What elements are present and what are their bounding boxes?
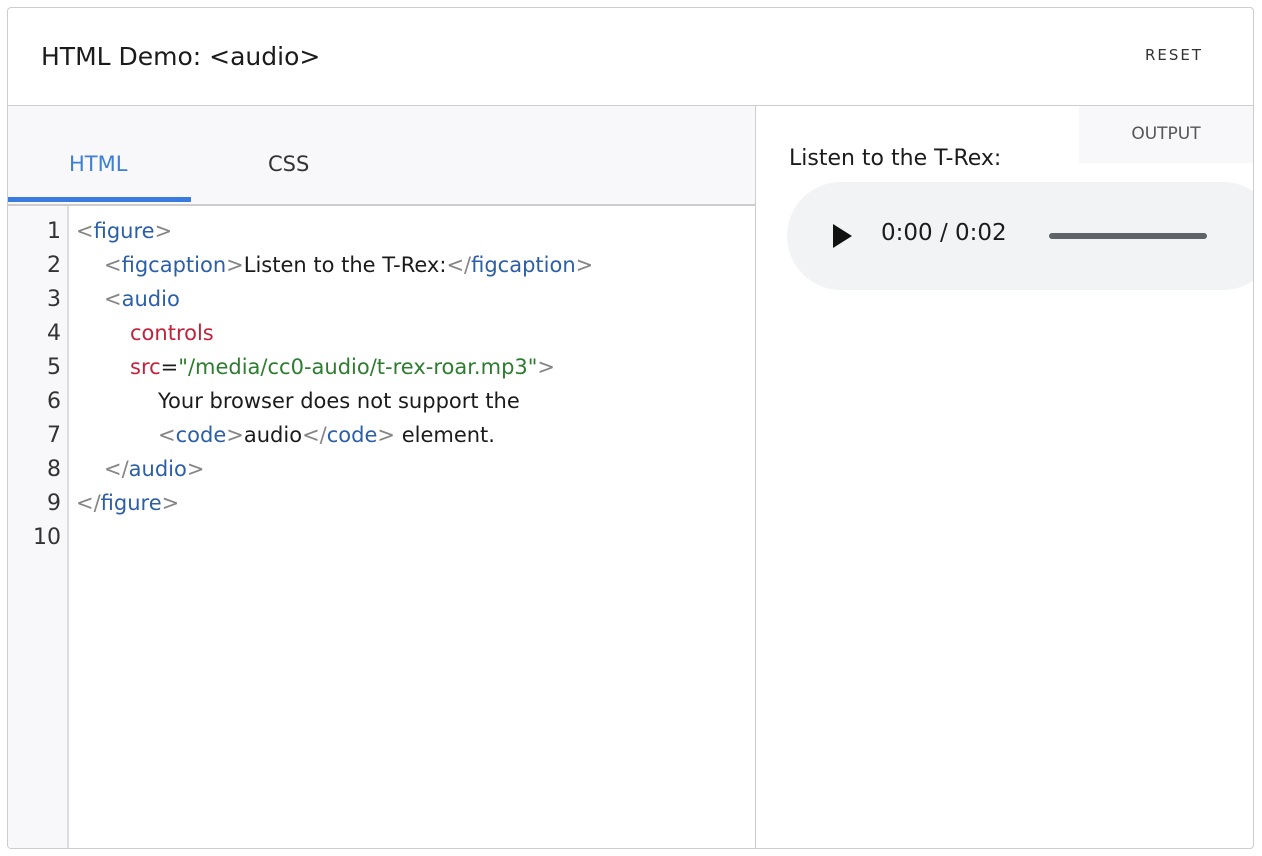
code-token: audio [128, 457, 187, 481]
code-token: code [175, 423, 227, 447]
code-token: figcaption [471, 253, 576, 277]
code-token: </ [302, 423, 327, 447]
code-token: audio [243, 423, 303, 447]
code-token: figure [100, 491, 162, 515]
demo-title: HTML Demo: <audio> [41, 42, 321, 71]
code-token: > [161, 491, 180, 515]
code-token: "/media/cc0-audio/t-rex-roar.mp3" [178, 355, 538, 379]
audio-progress-bar[interactable] [1049, 233, 1207, 239]
code-line: <figure> [76, 219, 172, 243]
tab-html[interactable]: HTML [69, 152, 127, 176]
code-token: > [154, 219, 173, 243]
line-number: 4 [47, 321, 61, 346]
play-icon[interactable] [833, 224, 852, 248]
code-editor[interactable]: 1 2 3 4 5 6 7 8 9 10 <figure> <figcaptio… [8, 206, 755, 848]
code-token: > [537, 355, 556, 379]
code-line: </figure> [76, 491, 179, 515]
code-token: figure [93, 219, 155, 243]
line-number: 1 [47, 219, 61, 244]
code-line: <audio [104, 287, 180, 311]
code-line: </audio> [104, 457, 204, 481]
code-token: figcaption [121, 253, 227, 277]
code-token: > [226, 423, 244, 447]
demo-frame: HTML Demo: <audio> RESET HTML CSS 1 2 3 … [7, 7, 1254, 849]
code-token: src [130, 355, 161, 379]
output-pane: OUTPUT Listen to the T-Rex: 0:00 / 0:02 [756, 106, 1253, 848]
line-number: 3 [47, 287, 61, 312]
code-token: < [158, 423, 176, 447]
active-tab-indicator [8, 197, 191, 202]
code-token: </ [104, 457, 129, 481]
code-line: <code>audio</code> element. [158, 423, 495, 447]
code-token: > [186, 457, 205, 481]
code-token: </ [446, 253, 472, 277]
line-number: 7 [47, 423, 61, 448]
editor-pane: HTML CSS 1 2 3 4 5 6 7 8 9 10 <figure> <… [8, 106, 756, 848]
audio-player: 0:00 / 0:02 [787, 182, 1253, 290]
code-token: > [226, 253, 244, 277]
code-token: element. [395, 423, 495, 447]
code-line: controls [130, 321, 214, 345]
tab-css[interactable]: CSS [268, 152, 309, 176]
line-number: 8 [47, 457, 61, 482]
output-label: OUTPUT [1079, 106, 1253, 163]
code-token: > [377, 423, 396, 447]
reset-button[interactable]: RESET [1145, 46, 1203, 64]
demo-header: HTML Demo: <audio> RESET [8, 8, 1253, 106]
code-token: </ [76, 491, 101, 515]
code-token: > [575, 253, 594, 277]
line-number: 2 [47, 253, 61, 278]
code-token: Listen to the T-Rex: [243, 253, 447, 277]
audio-time-display: 0:00 / 0:02 [881, 220, 1007, 246]
code-token: Your browser does not support the [158, 389, 520, 413]
line-number: 10 [33, 525, 61, 550]
code-line: src="/media/cc0-audio/t-rex-roar.mp3"> [130, 355, 555, 379]
code-token: < [76, 219, 94, 243]
code-token: code [326, 423, 378, 447]
output-figcaption: Listen to the T-Rex: [789, 146, 1002, 171]
editor-tabbar: HTML CSS [8, 106, 755, 206]
line-number-gutter: 1 2 3 4 5 6 7 8 9 10 [8, 206, 69, 848]
code-token: audio [121, 287, 180, 311]
line-number: 6 [47, 389, 61, 414]
code-token: < [104, 253, 122, 277]
code-token: < [104, 287, 122, 311]
line-number: 9 [47, 491, 61, 516]
code-token: = [160, 355, 179, 379]
line-number: 5 [47, 355, 61, 380]
code-line: <figcaption>Listen to the T-Rex:</figcap… [104, 253, 593, 277]
code-token: controls [130, 321, 214, 345]
code-line: Your browser does not support the [158, 389, 520, 413]
